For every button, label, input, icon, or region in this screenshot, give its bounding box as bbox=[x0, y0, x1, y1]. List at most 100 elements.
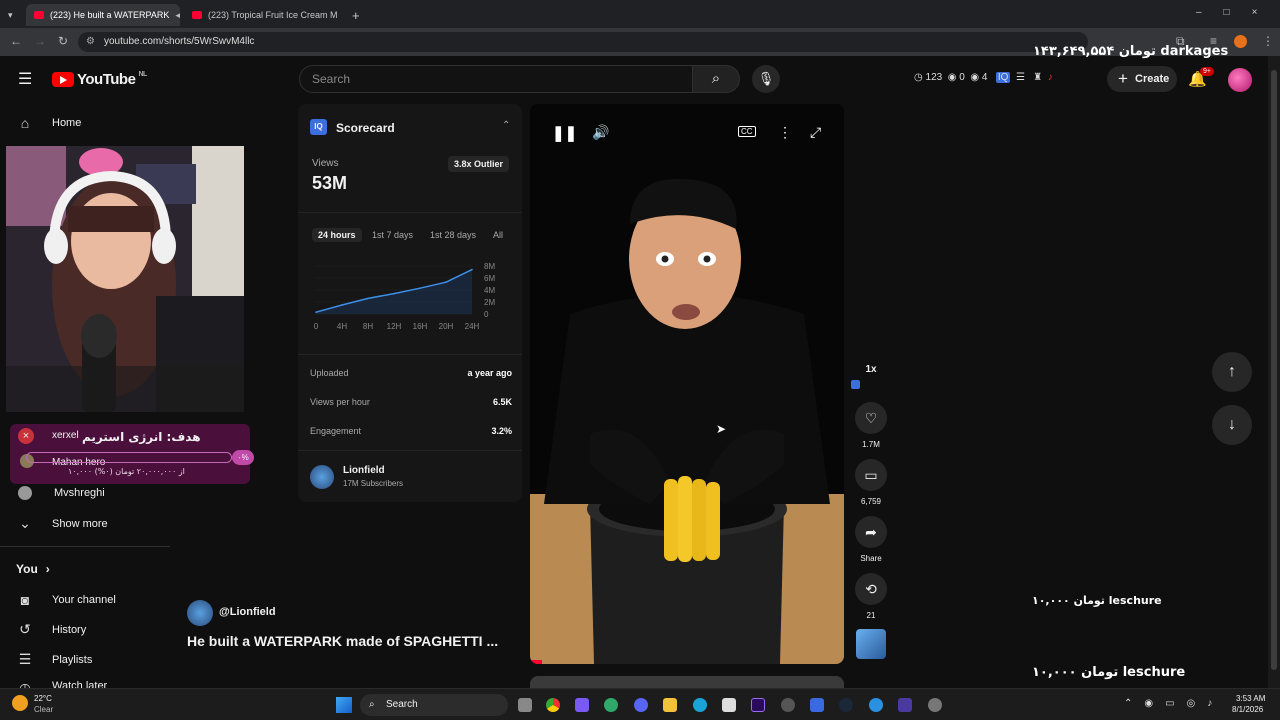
sidebar-show-more[interactable]: ⌄ Show more bbox=[16, 515, 108, 532]
start-windows-icon[interactable] bbox=[336, 697, 352, 713]
sidebar-item-watch-later[interactable]: ◷ Watch later bbox=[16, 680, 107, 688]
app-icon[interactable] bbox=[781, 698, 795, 712]
y-tick-label: 0 bbox=[484, 310, 489, 319]
extension-stats[interactable]: ◷ 123 ◉ 0 ◉ 4 IQ ☰ ♜ ♪ bbox=[914, 72, 1053, 83]
tab-inactive[interactable]: (223) Tropical Fruit Ice Cream M × bbox=[184, 4, 344, 26]
url-field[interactable]: ⚙ youtube.com/shorts/5WrSwvM4llc bbox=[78, 32, 1088, 52]
like-button[interactable]: ♡ bbox=[855, 402, 887, 434]
avatar[interactable] bbox=[1228, 68, 1252, 92]
playback-speed[interactable]: 1x bbox=[846, 364, 896, 375]
tab-menu-button[interactable]: ▾ bbox=[4, 4, 22, 26]
create-button[interactable]: Create bbox=[1107, 66, 1177, 92]
previous-short-button[interactable]: ↑ bbox=[1212, 352, 1252, 392]
app-icon[interactable] bbox=[575, 698, 589, 712]
next-short-button[interactable]: ↓ bbox=[1212, 405, 1252, 445]
app-icon[interactable] bbox=[898, 698, 912, 712]
store-icon[interactable] bbox=[722, 698, 736, 712]
sidebar-item-label: Your channel bbox=[52, 594, 116, 606]
steam-icon[interactable] bbox=[839, 698, 853, 712]
list-icon[interactable]: ☰ bbox=[1016, 72, 1025, 83]
video-channel-avatar[interactable] bbox=[187, 600, 213, 626]
edge-icon[interactable] bbox=[693, 698, 707, 712]
share-label: Share bbox=[860, 554, 882, 563]
tab-first-7-days[interactable]: 1st 7 days bbox=[372, 230, 413, 240]
chrome-icon[interactable] bbox=[546, 698, 560, 712]
tab-24-hours[interactable]: 24 hours bbox=[312, 228, 362, 242]
extension-iq-icon[interactable]: IQ bbox=[995, 72, 1011, 83]
search-input[interactable]: Search bbox=[299, 65, 693, 93]
chevron-right-icon: › bbox=[45, 562, 50, 576]
channel-avatar[interactable] bbox=[310, 465, 334, 489]
new-tab-button[interactable]: + bbox=[344, 4, 364, 26]
forward-icon[interactable]: → bbox=[34, 34, 46, 48]
app-icon[interactable] bbox=[604, 698, 618, 712]
more-options-icon[interactable]: ⋮ bbox=[778, 124, 792, 141]
task-view-icon[interactable] bbox=[518, 698, 532, 712]
more-icon[interactable]: ⋮ bbox=[1262, 34, 1274, 48]
remix-button[interactable]: ⟲ bbox=[855, 573, 887, 605]
user-icon: ◙ bbox=[20, 592, 30, 608]
pause-icon[interactable]: ❚❚ bbox=[552, 124, 577, 142]
next-short-preview[interactable] bbox=[530, 676, 844, 688]
sidebar-item-history[interactable]: ↺ History bbox=[16, 621, 86, 638]
reload-icon[interactable]: ↻ bbox=[58, 34, 68, 48]
video-frame bbox=[530, 104, 844, 664]
premiere-icon[interactable] bbox=[751, 698, 765, 712]
collapse-chevron-icon[interactable]: ⌃ bbox=[502, 120, 510, 131]
sidebar-item-label: Mvshreghi bbox=[54, 487, 105, 499]
y-tick-label: 2M bbox=[484, 298, 495, 307]
tab-active[interactable]: (223) He built a WATERPARK ◀ × bbox=[26, 4, 180, 26]
x-tick-label: 0 bbox=[314, 322, 319, 331]
tab-all[interactable]: All bbox=[493, 230, 503, 240]
sidebar-item-playlists[interactable]: ☰ Playlists bbox=[16, 651, 93, 668]
fullscreen-icon[interactable]: ⤢ bbox=[810, 124, 821, 141]
page-scrollbar[interactable] bbox=[1268, 56, 1280, 688]
sidebar-item-home[interactable]: ⌂ Home bbox=[16, 115, 82, 131]
trophy-icon[interactable]: ♜ bbox=[1033, 72, 1042, 83]
captions-icon[interactable]: CC bbox=[738, 126, 756, 137]
chevron-down-icon: ⌄ bbox=[19, 515, 31, 531]
uploaded-label: Uploaded bbox=[310, 368, 349, 378]
vph-label: Views per hour bbox=[310, 397, 370, 407]
tab-mute-icon[interactable]: ◀ bbox=[175, 10, 180, 21]
profile-icon[interactable] bbox=[1234, 35, 1247, 48]
sidebar-item-your-channel[interactable]: ◙ Your channel bbox=[16, 592, 116, 608]
site-info-icon[interactable]: ⚙ bbox=[86, 32, 95, 52]
scorecard-panel: IQ Scorecard ⌃ Views 53M 3.8x Outlier 24… bbox=[298, 104, 522, 502]
close-icon[interactable]: × bbox=[18, 428, 34, 444]
voice-search-button[interactable]: 🎙 bbox=[752, 65, 780, 93]
system-tray-icons[interactable]: ⌃◉▭◎♪ bbox=[1124, 698, 1224, 709]
window-controls[interactable]: –□× bbox=[1196, 7, 1279, 18]
back-icon[interactable]: ← bbox=[10, 34, 22, 48]
sidebar-section-you[interactable]: You › bbox=[16, 562, 50, 576]
comments-button[interactable]: ▭ bbox=[855, 459, 887, 491]
clock-icon: ◷ bbox=[914, 72, 923, 83]
heart-icon: ♡ bbox=[864, 410, 878, 426]
search-button[interactable]: ⌕ bbox=[692, 65, 740, 93]
weather-icon[interactable] bbox=[12, 695, 28, 711]
microphone-icon: 🎙 bbox=[757, 71, 775, 86]
hamburger-menu-icon[interactable]: ☰ bbox=[18, 69, 32, 89]
app-icon[interactable] bbox=[869, 698, 883, 712]
views-value: 53M bbox=[312, 173, 348, 193]
channel-name[interactable]: Lionfield bbox=[343, 465, 385, 476]
video-title[interactable]: He built a WATERPARK made of SPAGHETTI .… bbox=[187, 633, 498, 649]
youtube-logo[interactable]: YouTube NL bbox=[52, 71, 147, 88]
tab-first-28-days[interactable]: 1st 28 days bbox=[430, 230, 476, 240]
remix-icon: ⟲ bbox=[865, 581, 877, 597]
file-explorer-icon[interactable] bbox=[663, 698, 677, 712]
discord-icon[interactable] bbox=[634, 698, 648, 712]
donation-goal-widget: × xerxel هدف: انرژی استریم Mahan hero ۰%… bbox=[10, 424, 254, 484]
share-button[interactable]: ➦ bbox=[855, 516, 887, 548]
iq-extension-icon[interactable] bbox=[851, 380, 860, 389]
app-icon[interactable] bbox=[810, 698, 824, 712]
video-channel-handle[interactable]: @Lionfield bbox=[219, 606, 276, 618]
alert-icon[interactable]: ♪ bbox=[1048, 72, 1053, 83]
sidebar-item-subscription[interactable]: Mvshreghi bbox=[16, 486, 105, 500]
settings-icon[interactable] bbox=[928, 698, 942, 712]
uploaded-row: Uploaded a year ago bbox=[310, 368, 512, 378]
shorts-video-player[interactable]: ❚❚ 🔊 CC ⋮ ⤢ ➤ bbox=[530, 104, 844, 664]
sound-thumbnail[interactable] bbox=[856, 629, 886, 659]
volume-icon[interactable]: 🔊 bbox=[592, 124, 609, 141]
taskbar-search[interactable]: ⌕ Search bbox=[360, 694, 508, 716]
